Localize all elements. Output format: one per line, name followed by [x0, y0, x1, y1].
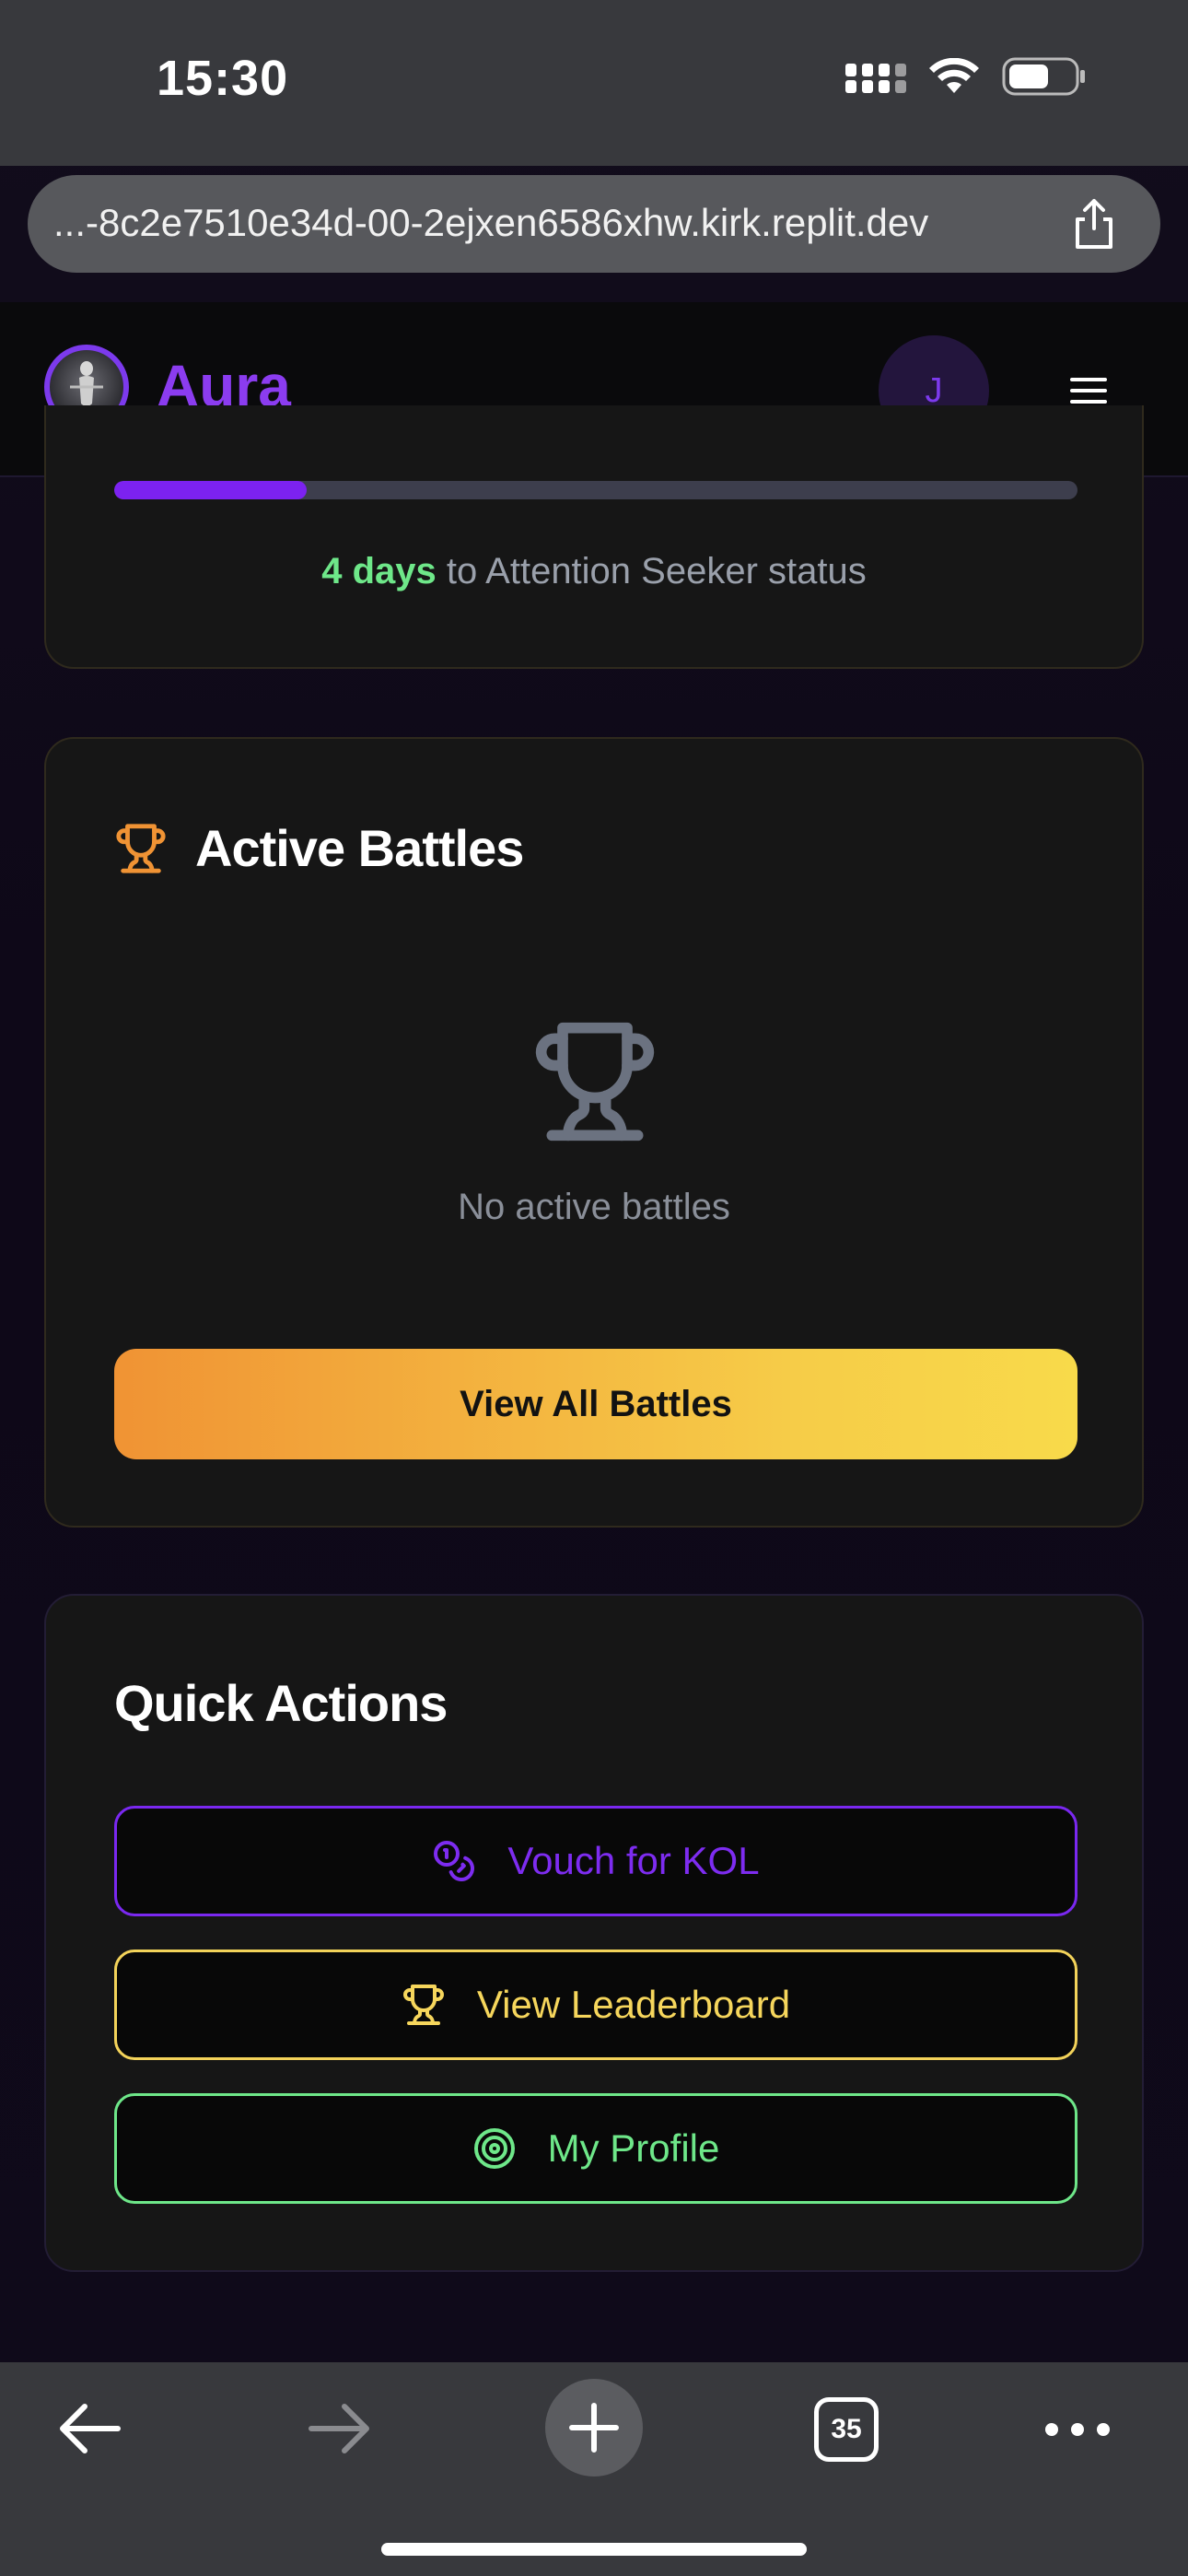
my-profile-button[interactable]: My Profile [114, 2093, 1077, 2204]
empty-battles-text: No active battles [458, 1187, 730, 1227]
view-all-battles-button[interactable]: View All Battles [114, 1349, 1077, 1459]
back-button[interactable] [52, 2392, 125, 2465]
progress-text: 4 days to Attention Seeker status [46, 551, 1142, 592]
target-icon [473, 2128, 515, 2169]
battles-title: Active Battles [195, 819, 524, 877]
back-arrow-icon [60, 2404, 121, 2453]
coins-icon [434, 1841, 475, 1881]
leaderboard-label: View Leaderboard [476, 1983, 791, 2026]
new-tab-button[interactable] [545, 2379, 643, 2476]
battery-icon [1002, 57, 1085, 96]
progress-fill [114, 481, 308, 499]
more-icon [1045, 2423, 1110, 2436]
url-text: ...-8c2e7510e34d-00-2ejxen6586xhw.kirk.r… [53, 201, 929, 244]
empty-trophy-icon [535, 1022, 655, 1142]
share-icon[interactable] [1066, 195, 1122, 251]
browser-toolbar: 35 [0, 2362, 1188, 2576]
profile-label: My Profile [547, 2126, 720, 2170]
status-bar: 15:30 [0, 0, 1188, 166]
active-battles-card: Active Battles No active battles View Al… [44, 737, 1144, 1528]
home-indicator [381, 2543, 807, 2556]
more-button[interactable] [1041, 2397, 1114, 2462]
quick-actions-title: Quick Actions [114, 1674, 448, 1732]
plus-icon [569, 2403, 619, 2453]
url-bar[interactable]: ...-8c2e7510e34d-00-2ejxen6586xhw.kirk.r… [28, 175, 1160, 273]
progress-track [114, 481, 1077, 499]
view-leaderboard-button[interactable]: View Leaderboard [114, 1950, 1077, 2060]
progress-days: 4 days [321, 551, 437, 591]
tabs-button[interactable]: 35 [814, 2397, 879, 2462]
trophy-icon [402, 1985, 444, 2025]
signal-icon [845, 64, 906, 93]
status-progress-card: 4 days to Attention Seeker status [44, 405, 1144, 669]
vouch-label: Vouch for KOL [507, 1839, 760, 1882]
progress-suffix: to Attention Seeker status [436, 551, 867, 591]
forward-button[interactable] [304, 2392, 378, 2465]
status-time: 15:30 [157, 51, 289, 106]
quick-actions-card: Quick Actions Vouch for KOL View Leaderb… [44, 1594, 1144, 2272]
vouch-for-kol-button[interactable]: Vouch for KOL [114, 1806, 1077, 1916]
status-icons [845, 57, 1087, 96]
battles-header: Active Battles [114, 818, 524, 878]
forward-arrow-icon [309, 2404, 369, 2453]
trophy-icon [116, 823, 166, 873]
page: 15:30 ...-8c2e7510e34d-00-2ejxen6586xhw.… [0, 0, 1188, 2576]
wifi-icon [929, 58, 979, 93]
